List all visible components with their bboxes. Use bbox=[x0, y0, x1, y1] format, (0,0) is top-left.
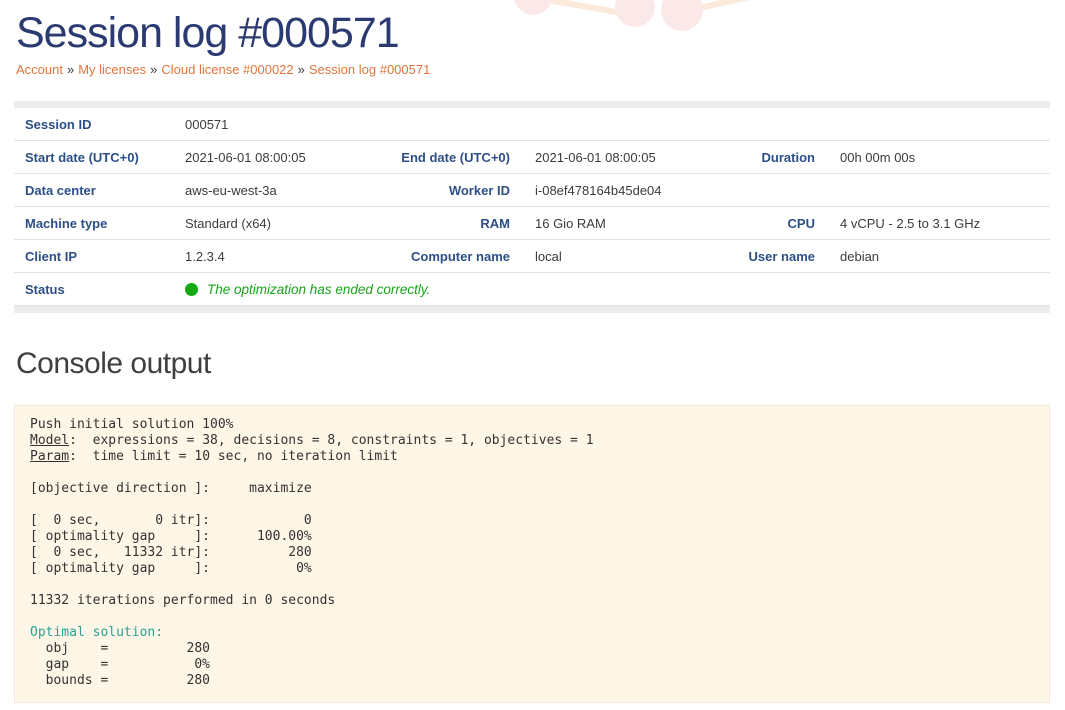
session-details-table: Session ID 000571 Start date (UTC+0) 202… bbox=[14, 101, 1050, 313]
console-output-log: Push initial solution 100% Model: expres… bbox=[14, 405, 1050, 703]
data-center-label: Data center bbox=[25, 183, 185, 198]
table-row-datacenter: Data center aws-eu-west-3a Worker ID i-0… bbox=[14, 174, 1050, 207]
computer-name-label: Computer name bbox=[350, 249, 510, 264]
ram-value: 16 Gio RAM bbox=[510, 216, 720, 231]
console-optimal-solution-keyword: Optimal solution: bbox=[30, 625, 163, 640]
breadcrumb: Account » My licenses » Cloud license #00002… bbox=[16, 62, 1050, 77]
breadcrumb-cloud-license-link[interactable]: Cloud license #000022 bbox=[161, 62, 293, 77]
table-row-machine: Machine type Standard (x64) RAM 16 Gio R… bbox=[14, 207, 1050, 240]
worker-id-label: Worker ID bbox=[350, 183, 510, 198]
console-text: obj = 280 gap = 0% bounds = 280 bbox=[30, 641, 210, 688]
console-param-keyword: Param bbox=[30, 449, 69, 464]
start-date-value: 2021-06-01 08:00:05 bbox=[185, 150, 350, 165]
duration-label: Duration bbox=[720, 150, 815, 165]
user-name-label: User name bbox=[720, 249, 815, 264]
status-ok-icon bbox=[185, 283, 198, 296]
breadcrumb-account-link[interactable]: Account bbox=[16, 62, 63, 77]
session-log-page: Session log #000571 Account » My licenses »… bbox=[0, 0, 1065, 703]
console-text: Push initial solution 100% bbox=[30, 417, 234, 432]
end-date-label: End date (UTC+0) bbox=[350, 150, 510, 165]
table-bottom-band bbox=[14, 306, 1050, 313]
start-date-label: Start date (UTC+0) bbox=[25, 150, 185, 165]
worker-id-value: i-08ef478164b45de04 bbox=[510, 183, 720, 198]
table-row-dates: Start date (UTC+0) 2021-06-01 08:00:05 E… bbox=[14, 141, 1050, 174]
console-text: : time limit = 10 sec, no iteration limi… bbox=[30, 449, 398, 608]
breadcrumb-separator: » bbox=[298, 62, 305, 77]
status-value: The optimization has ended correctly. bbox=[185, 282, 1050, 297]
table-row-client: Client IP 1.2.3.4 Computer name local Us… bbox=[14, 240, 1050, 273]
data-center-value: aws-eu-west-3a bbox=[185, 183, 350, 198]
breadcrumb-separator: » bbox=[67, 62, 74, 77]
user-name-value: debian bbox=[815, 249, 1050, 264]
client-ip-label: Client IP bbox=[25, 249, 185, 264]
breadcrumb-my-licenses-link[interactable]: My licenses bbox=[78, 62, 146, 77]
table-row-session-id: Session ID 000571 bbox=[14, 108, 1050, 141]
cpu-value: 4 vCPU - 2.5 to 3.1 GHz bbox=[815, 216, 1050, 231]
computer-name-value: local bbox=[510, 249, 720, 264]
breadcrumb-session-log-link[interactable]: Session log #000571 bbox=[309, 62, 430, 77]
machine-type-value: Standard (x64) bbox=[185, 216, 350, 231]
session-id-value: 000571 bbox=[185, 117, 1050, 132]
console-text: : expressions = 38, decisions = 8, const… bbox=[69, 433, 593, 448]
cpu-label: CPU bbox=[720, 216, 815, 231]
session-id-label: Session ID bbox=[25, 117, 185, 132]
duration-value: 00h 00m 00s bbox=[815, 150, 1050, 165]
status-message: The optimization has ended correctly. bbox=[207, 282, 430, 297]
console-output-heading: Console output bbox=[16, 347, 1050, 381]
end-date-value: 2021-06-01 08:00:05 bbox=[510, 150, 720, 165]
breadcrumb-separator: » bbox=[150, 62, 157, 77]
console-model-keyword: Model bbox=[30, 433, 69, 448]
client-ip-value: 1.2.3.4 bbox=[185, 249, 350, 264]
status-label: Status bbox=[25, 282, 185, 297]
table-row-status: Status The optimization has ended correc… bbox=[14, 273, 1050, 306]
page-title: Session log #000571 bbox=[16, 8, 1050, 58]
table-top-band bbox=[14, 101, 1050, 108]
ram-label: RAM bbox=[350, 216, 510, 231]
machine-type-label: Machine type bbox=[25, 216, 185, 231]
